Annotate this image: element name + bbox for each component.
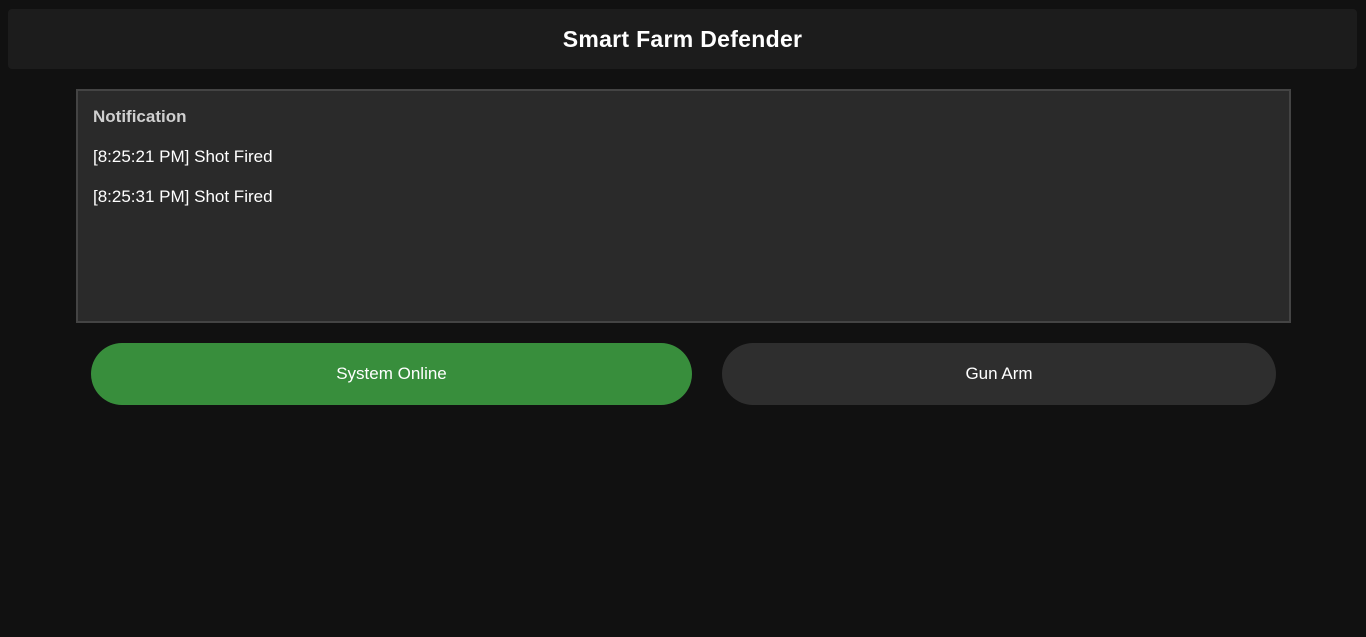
notification-heading: Notification	[93, 107, 187, 126]
notification-list: [8:25:21 PM] Shot Fired [8:25:31 PM] Sho…	[93, 147, 1274, 207]
notification-item: [8:25:31 PM] Shot Fired	[93, 187, 273, 206]
app-title: Smart Farm Defender	[562, 25, 803, 52]
app-header: Smart Farm Defender	[8, 9, 1357, 69]
notification-item: [8:25:21 PM] Shot Fired	[93, 147, 273, 166]
notification-panel: Notification [8:25:21 PM] Shot Fired [8:…	[76, 89, 1291, 323]
system-online-button[interactable]: System Online	[91, 343, 692, 405]
gun-arm-button[interactable]: Gun Arm	[722, 343, 1276, 405]
